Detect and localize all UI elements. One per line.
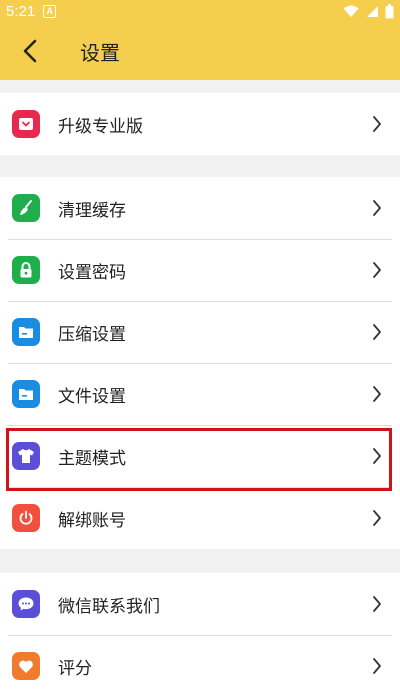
- set-password-item[interactable]: 设置密码: [0, 239, 400, 301]
- unbind-account-label: 解绑账号: [58, 510, 126, 531]
- notification-a-icon: A: [43, 4, 57, 18]
- wechat-contact-label: 微信联系我们: [58, 596, 160, 617]
- shirt-icon: [12, 442, 40, 470]
- chevron-right-icon: [372, 385, 382, 403]
- chevron-right-icon: [372, 657, 382, 675]
- file-settings-item[interactable]: 文件设置: [0, 363, 400, 425]
- broom-icon: [12, 194, 40, 222]
- upgrade-pro-item[interactable]: 升级专业版: [0, 93, 400, 155]
- lock-icon: [12, 256, 40, 284]
- power-icon: [12, 504, 40, 532]
- heart-icon: [12, 652, 40, 680]
- status-bar: 5:21 A: [0, 0, 400, 22]
- folder-icon: [12, 380, 40, 408]
- battery-icon: [385, 3, 394, 18]
- chevron-right-icon: [372, 261, 382, 279]
- group-upgrade: 升级专业版: [0, 93, 400, 155]
- chevron-right-icon: [372, 323, 382, 341]
- set-password-label: 设置密码: [58, 262, 126, 283]
- group-settings: 清理缓存 设置密码 压缩设置 文件设置 主题模式 解绑账号: [0, 177, 400, 549]
- rate-item[interactable]: 评分: [0, 635, 400, 692]
- group-contact: 微信联系我们 评分: [0, 573, 400, 692]
- upgrade-pro-label: 升级专业版: [58, 116, 143, 137]
- app-bar: 设置: [0, 22, 400, 80]
- chevron-right-icon: [372, 199, 382, 217]
- clear-cache-label: 清理缓存: [58, 200, 126, 221]
- chat-icon: [12, 590, 40, 618]
- page-title: 设置: [80, 40, 120, 65]
- chevron-right-icon: [372, 509, 382, 527]
- unbind-account-item[interactable]: 解绑账号: [0, 487, 400, 549]
- back-button[interactable]: [0, 22, 60, 80]
- compress-settings-label: 压缩设置: [58, 324, 126, 345]
- signal-icon: [367, 5, 378, 17]
- theme-mode-item[interactable]: 主题模式: [0, 425, 400, 487]
- wechat-contact-item[interactable]: 微信联系我们: [0, 573, 400, 635]
- pro-badge-icon: [12, 110, 40, 138]
- chevron-right-icon: [372, 595, 382, 613]
- chevron-right-icon: [372, 115, 382, 133]
- chevron-right-icon: [372, 447, 382, 465]
- file-settings-label: 文件设置: [58, 386, 126, 407]
- wifi-icon: [343, 5, 359, 17]
- theme-mode-label: 主题模式: [58, 448, 126, 469]
- rate-label: 评分: [58, 658, 92, 679]
- compress-settings-item[interactable]: 压缩设置: [0, 301, 400, 363]
- clear-cache-item[interactable]: 清理缓存: [0, 177, 400, 239]
- status-time: 5:21: [6, 2, 36, 20]
- folder-icon: [12, 318, 40, 346]
- back-arrow-icon: [23, 39, 37, 63]
